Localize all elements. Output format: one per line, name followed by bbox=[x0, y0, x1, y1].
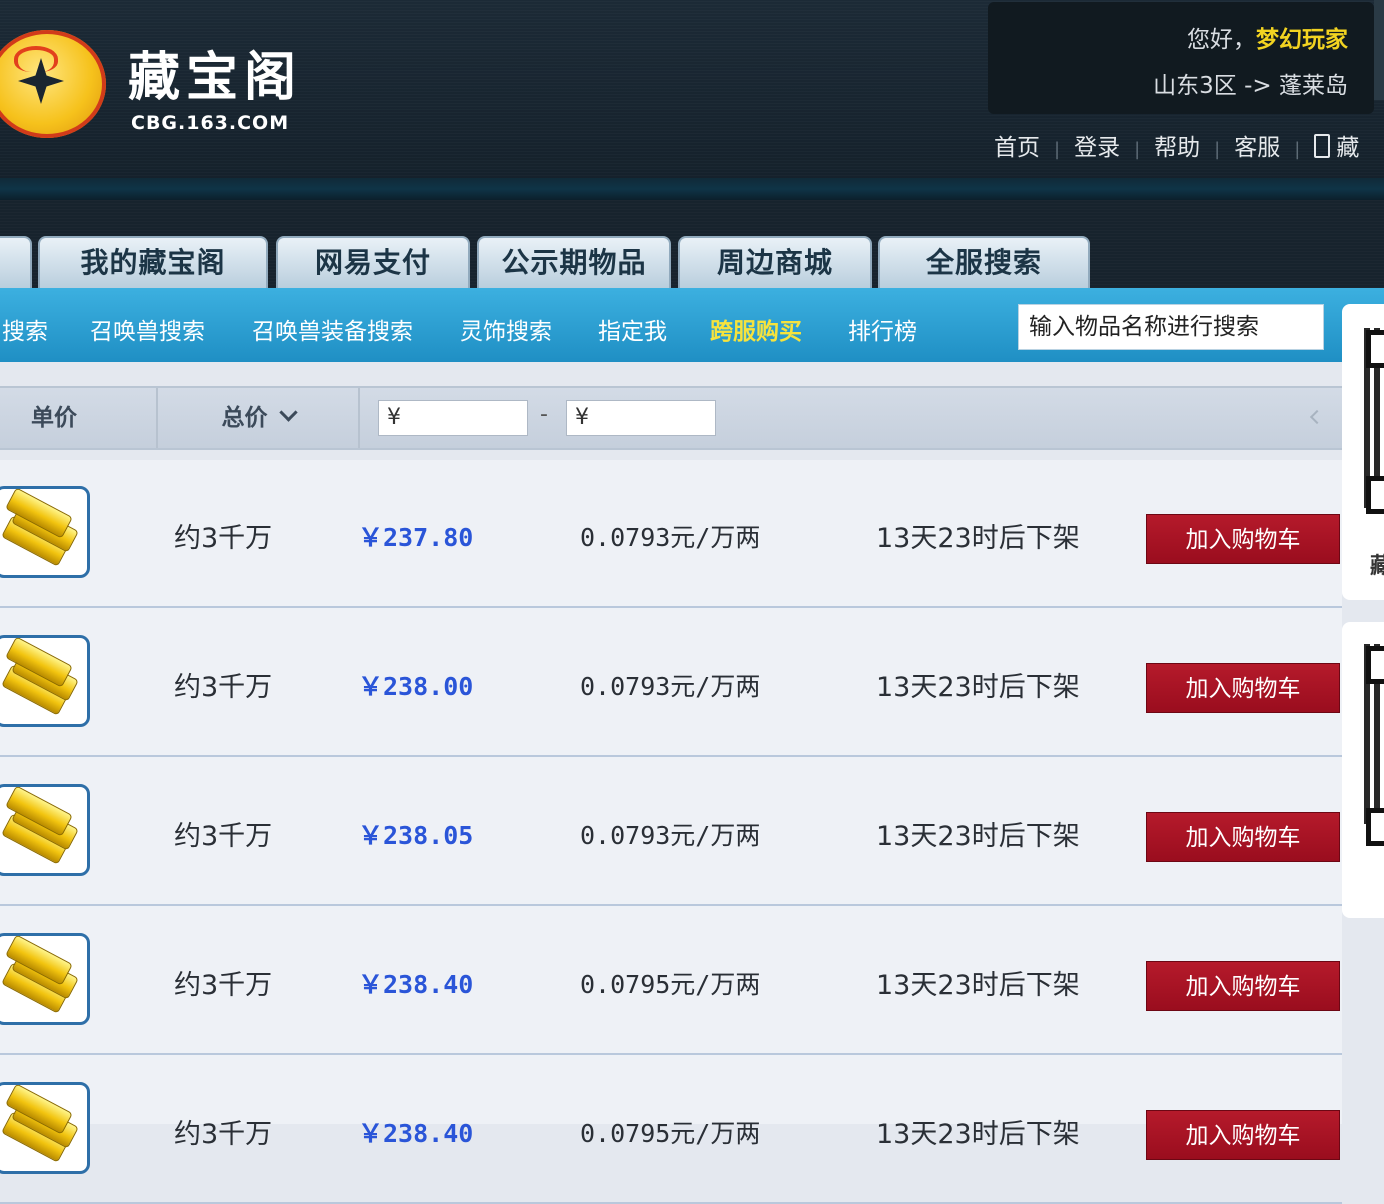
nav-login[interactable]: 登录 bbox=[1074, 135, 1120, 161]
nav-mobile[interactable]: 藏 bbox=[1336, 135, 1359, 161]
subnav-search[interactable]: 搜索 bbox=[2, 312, 48, 346]
phone-icon[interactable] bbox=[1314, 134, 1331, 158]
qr-finder bbox=[1366, 330, 1384, 368]
listing-time-left: 13天23时后下架 bbox=[876, 523, 1080, 554]
tab-my-cbg[interactable]: 我的藏宝阁 bbox=[38, 236, 268, 288]
subnav-pet-equip-search[interactable]: 召唤兽装备搜索 bbox=[252, 312, 413, 346]
listing-unit-price: 0.0795元/万两 bbox=[580, 970, 761, 999]
listing-unit-price: 0.0795元/万两 bbox=[580, 1119, 761, 1148]
add-to-cart-button[interactable]: 加入购物车 bbox=[1146, 812, 1340, 862]
listing-amount: 约3千万 bbox=[174, 821, 273, 852]
nav-separator: | bbox=[1054, 139, 1061, 160]
sort-filter-bar: 单价 总价 ¥ - ¥ bbox=[0, 386, 1342, 450]
table-row: 约3千万 ￥238.40 0.0795元/万两 13天23时后下架 加入购物车 bbox=[0, 907, 1342, 1055]
subnav-pet-search[interactable]: 召唤兽搜索 bbox=[90, 312, 205, 346]
add-to-cart-button[interactable]: 加入购物车 bbox=[1146, 663, 1340, 713]
sort-total-price-label: 总价 bbox=[221, 405, 268, 431]
gold-bar-icon[interactable] bbox=[0, 933, 90, 1025]
sort-unit-price[interactable]: 单价 bbox=[0, 388, 158, 448]
add-to-cart-button[interactable]: 加入购物车 bbox=[1146, 514, 1340, 564]
listing-time-left: 13天23时后下架 bbox=[876, 970, 1080, 1001]
qr-finder bbox=[1366, 646, 1384, 684]
tab-all-server-search[interactable]: 全服搜索 bbox=[878, 236, 1090, 288]
sort-total-price[interactable]: 总价 bbox=[158, 388, 360, 448]
item-search-input[interactable]: 输入物品名称进行搜索 bbox=[1018, 304, 1324, 350]
qr-caption: 藏 bbox=[1370, 554, 1384, 579]
listing-price: ￥238.05 bbox=[358, 821, 474, 850]
username-link[interactable]: 梦幻玩家 bbox=[1256, 27, 1348, 53]
subnav-assigned-to-me[interactable]: 指定我 bbox=[598, 312, 667, 346]
qr-finder bbox=[1366, 808, 1384, 846]
top-nav: 首页 | 登录 | 帮助 | 客服 | 藏 bbox=[994, 128, 1359, 162]
tab-partial[interactable] bbox=[0, 236, 32, 288]
header-right-edge bbox=[1374, 0, 1384, 100]
add-to-cart-button[interactable]: 加入购物车 bbox=[1146, 1110, 1340, 1160]
listing-amount: 约3千万 bbox=[174, 1119, 273, 1150]
table-row: 约3千万 ￥237.80 0.0793元/万两 13天23时后下架 加入购物车 bbox=[0, 460, 1342, 608]
gold-bar-icon[interactable] bbox=[0, 1082, 90, 1174]
header-band bbox=[0, 178, 1384, 200]
listing-unit-price: 0.0793元/万两 bbox=[580, 821, 761, 850]
listing-time-left: 13天23时后下架 bbox=[876, 821, 1080, 852]
sort-unit-price-label: 单价 bbox=[31, 405, 77, 431]
chevron-left-icon[interactable] bbox=[1309, 409, 1325, 425]
listing-price: ￥238.00 bbox=[358, 672, 474, 701]
price-range-separator: - bbox=[540, 402, 548, 427]
tab-public-items[interactable]: 公示期物品 bbox=[477, 236, 671, 288]
logo-subtitle: CBG.163.COM bbox=[131, 112, 290, 134]
qr-panel-top: 藏 bbox=[1342, 304, 1384, 600]
table-row: 约3千万 ￥238.05 0.0793元/万两 13天23时后下架 加入购物车 bbox=[0, 758, 1342, 906]
logo-title[interactable]: 藏宝阁 bbox=[128, 46, 302, 110]
listing-time-left: 13天23时后下架 bbox=[876, 672, 1080, 703]
chevron-down-icon bbox=[278, 403, 298, 422]
gold-bar-icon[interactable] bbox=[0, 486, 90, 578]
cbg-logo-icon[interactable] bbox=[0, 30, 106, 138]
qr-panel-bottom bbox=[1342, 622, 1384, 918]
gold-bar-icon[interactable] bbox=[0, 784, 90, 876]
listing-amount: 约3千万 bbox=[174, 523, 273, 554]
listing-price: ￥238.40 bbox=[358, 970, 474, 999]
greeting: 您好，梦幻玩家 bbox=[1187, 20, 1348, 54]
listing-price: ￥237.80 bbox=[358, 523, 474, 552]
gold-bar-icon[interactable] bbox=[0, 635, 90, 727]
max-price-input[interactable]: ¥ bbox=[566, 400, 716, 436]
server-name[interactable]: 山东3区 -> 蓬莱岛 bbox=[1153, 66, 1348, 100]
min-price-input[interactable]: ¥ bbox=[378, 400, 528, 436]
tab-netease-pay[interactable]: 网易支付 bbox=[276, 236, 470, 288]
greeting-prefix: 您好， bbox=[1187, 27, 1256, 53]
subnav-accessory-search[interactable]: 灵饰搜索 bbox=[460, 312, 552, 346]
listing-price: ￥238.40 bbox=[358, 1119, 474, 1148]
nav-separator: | bbox=[1134, 139, 1141, 160]
nav-separator: | bbox=[1294, 139, 1301, 160]
subnav-rankings[interactable]: 排行榜 bbox=[848, 312, 917, 346]
qr-finder bbox=[1366, 476, 1384, 514]
nav-home[interactable]: 首页 bbox=[994, 135, 1040, 161]
table-row: 约3千万 ￥238.40 0.0795元/万两 13天23时后下架 加入购物车 bbox=[0, 1056, 1342, 1204]
site-header: 藏宝阁 CBG.163.COM 您好，梦幻玩家 山东3区 -> 蓬莱岛 首页 | 登… bbox=[0, 0, 1384, 200]
nav-separator: | bbox=[1214, 139, 1221, 160]
listing-unit-price: 0.0793元/万两 bbox=[580, 672, 761, 701]
user-info-box: 您好，梦幻玩家 山东3区 -> 蓬莱岛 bbox=[988, 2, 1374, 114]
subnav-cross-server-buy[interactable]: 跨服购买 bbox=[710, 312, 802, 346]
tab-merch-shop[interactable]: 周边商城 bbox=[678, 236, 872, 288]
listing-time-left: 13天23时后下架 bbox=[876, 1119, 1080, 1150]
ribbon-icon bbox=[14, 46, 58, 72]
nav-service[interactable]: 客服 bbox=[1234, 135, 1280, 161]
listing-amount: 约3千万 bbox=[174, 672, 273, 703]
listing-unit-price: 0.0793元/万两 bbox=[580, 523, 761, 552]
listing-amount: 约3千万 bbox=[174, 970, 273, 1001]
add-to-cart-button[interactable]: 加入购物车 bbox=[1146, 961, 1340, 1011]
nav-help[interactable]: 帮助 bbox=[1154, 135, 1200, 161]
table-row: 约3千万 ￥238.00 0.0793元/万两 13天23时后下架 加入购物车 bbox=[0, 609, 1342, 757]
